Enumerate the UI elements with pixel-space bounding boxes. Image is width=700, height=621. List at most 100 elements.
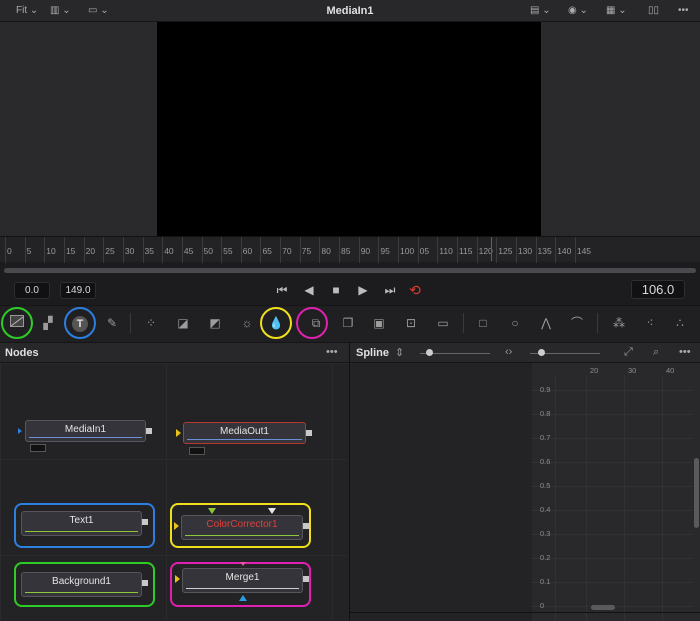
viewer-canvas[interactable] xyxy=(157,22,541,236)
particles-tool-icon[interactable]: ⁘ xyxy=(141,313,161,333)
particle-system-icon[interactable]: ∴ xyxy=(670,313,690,333)
ruler-tick-label: 30 xyxy=(124,246,135,256)
node-underline xyxy=(187,439,302,440)
spline-grid-line xyxy=(532,558,692,559)
grid-icon[interactable]: ▦ ⌄ xyxy=(606,5,627,16)
spline-vertical-scrollbar[interactable] xyxy=(694,458,699,528)
sort-icon[interactable]: ⇕ xyxy=(395,346,404,359)
resize-tool-icon[interactable]: ▣ xyxy=(369,313,389,333)
output-port[interactable] xyxy=(303,523,309,529)
ruler-tick xyxy=(417,237,419,263)
node-underline xyxy=(25,592,138,593)
node-background1[interactable]: Background1 xyxy=(21,572,148,597)
ruler-tick-label: 25 xyxy=(105,246,115,256)
ruler-tick xyxy=(103,237,105,263)
dual-viewer-icon[interactable]: ▯▯ xyxy=(648,5,659,16)
transport-bar xyxy=(0,276,700,304)
spline-y-label: 0.3 xyxy=(540,529,551,538)
output-port[interactable] xyxy=(306,430,312,436)
play-forward-icon[interactable]: ▶ xyxy=(354,282,372,298)
particle-render-icon[interactable]: ⁖ xyxy=(640,313,660,333)
zoom-icon[interactable]: ⌕ xyxy=(653,346,659,359)
ruler-tick-label: 100 xyxy=(400,246,415,256)
letterbox-tool-icon[interactable]: ⊡ xyxy=(401,313,421,333)
spline-grid-line xyxy=(532,510,692,511)
node-colorcorrector1[interactable]: ColorCorrector1 xyxy=(174,515,309,540)
ruler-tick-label: 35 xyxy=(144,246,155,256)
go-to-start-icon[interactable]: ⏮ xyxy=(273,282,291,298)
stop-icon[interactable]: ■ xyxy=(327,282,345,298)
spline-y-label: 0.5 xyxy=(540,481,551,490)
ruler-tick-label: 5 xyxy=(26,246,32,256)
node-mediaout1[interactable]: MediaOut1 xyxy=(176,422,312,444)
node-text1[interactable]: Text1 xyxy=(21,511,148,536)
ruler-tick xyxy=(240,237,242,263)
horizontal-zoom-icon[interactable]: ‹› xyxy=(505,346,512,358)
paint-tool-icon[interactable]: ✎ xyxy=(102,313,122,333)
bspline-mask-icon[interactable]: ⌒ xyxy=(567,313,587,333)
output-port[interactable] xyxy=(142,580,148,586)
bright-tool-icon[interactable]: ☼ xyxy=(237,313,257,333)
node-label: MediaOut1 xyxy=(220,426,269,437)
input-port[interactable] xyxy=(176,429,181,437)
spline-horizontal-scrollbar[interactable] xyxy=(591,605,615,610)
playhead[interactable] xyxy=(491,237,492,261)
range-end-field[interactable]: 149.0 xyxy=(60,282,96,299)
crop-tool-icon[interactable]: ▭ xyxy=(433,313,453,333)
timeline-ruler[interactable]: 0 5 10 15 20 25 30 35 40 45 50 55 60 65 70 75 80 85 90 95 10… xyxy=(0,236,700,263)
ruler-tick xyxy=(496,237,498,263)
input-arrow-icon xyxy=(268,508,276,514)
color-curves-tool-icon[interactable]: ◩ xyxy=(205,313,225,333)
brightness-contrast-tool-icon[interactable]: ◪ xyxy=(173,313,193,333)
spline-y-label: 0.2 xyxy=(540,553,551,562)
ruler-tick-label: 40 xyxy=(164,246,174,256)
input-port[interactable] xyxy=(175,575,180,583)
timeline-scrollbar[interactable] xyxy=(4,268,696,273)
ruler-tick-label: 85 xyxy=(341,246,351,256)
horizontal-zoom-handle[interactable] xyxy=(538,349,545,356)
nodes-menu-icon[interactable]: ••• xyxy=(326,346,338,358)
spline-x-label: 20 xyxy=(590,366,599,375)
spline-tree-panel[interactable] xyxy=(349,363,532,621)
node-label: Text1 xyxy=(69,515,94,526)
vertical-zoom-handle[interactable] xyxy=(426,349,433,356)
range-start-field[interactable]: 0.0 xyxy=(14,282,50,299)
spline-y-label: 0.6 xyxy=(540,457,551,466)
fit-view-icon[interactable]: ⤢ xyxy=(624,346,633,359)
ellipse-mask-icon[interactable]: ○ xyxy=(505,313,525,333)
node-preview-toggle[interactable] xyxy=(189,447,205,455)
node-label: Background1 xyxy=(52,576,111,587)
node-preview-toggle[interactable] xyxy=(30,444,46,452)
ruler-tick xyxy=(142,237,144,263)
play-reverse-icon[interactable]: ◀ xyxy=(300,282,318,298)
input-arrow-icon xyxy=(208,508,216,514)
spline-menu-icon[interactable]: ••• xyxy=(679,346,691,358)
roi-icon[interactable]: ▤ ⌄ xyxy=(530,5,551,16)
color-channel-icon[interactable]: ◉ ⌄ xyxy=(568,5,588,16)
transform-tool-icon[interactable]: ❐ xyxy=(338,313,358,333)
output-port[interactable] xyxy=(303,576,309,582)
ruler-tick xyxy=(535,237,537,263)
node-mediain1[interactable]: MediaIn1 xyxy=(25,420,152,442)
current-frame-field[interactable]: 106.0 xyxy=(631,280,685,299)
output-port[interactable] xyxy=(146,428,152,434)
spline-grid-line xyxy=(555,375,556,621)
spline-grid-line xyxy=(662,375,663,621)
spline-grid-line xyxy=(532,486,692,487)
ruler-tick xyxy=(44,237,46,263)
go-to-end-icon[interactable]: ⏭ xyxy=(381,282,399,298)
particle-emitter-icon[interactable]: ⁂ xyxy=(609,313,629,333)
ruler-tick xyxy=(221,237,223,263)
spline-y-label: 0.4 xyxy=(540,505,551,514)
ruler-tick-label: 145 xyxy=(576,246,592,256)
loop-icon[interactable]: ⟲ xyxy=(406,282,424,298)
rectangle-mask-icon[interactable]: □ xyxy=(473,313,493,333)
output-port[interactable] xyxy=(142,519,148,525)
ruler-tick xyxy=(122,237,124,263)
input-port[interactable] xyxy=(174,522,179,530)
media-tool-icon[interactable]: ▞ xyxy=(38,313,58,333)
polygon-mask-icon[interactable]: ⋀ xyxy=(536,313,556,333)
node-merge1[interactable]: Merge1 xyxy=(175,568,309,593)
viewer-options-icon[interactable]: ••• xyxy=(678,5,689,16)
ruler-tick xyxy=(378,237,380,263)
